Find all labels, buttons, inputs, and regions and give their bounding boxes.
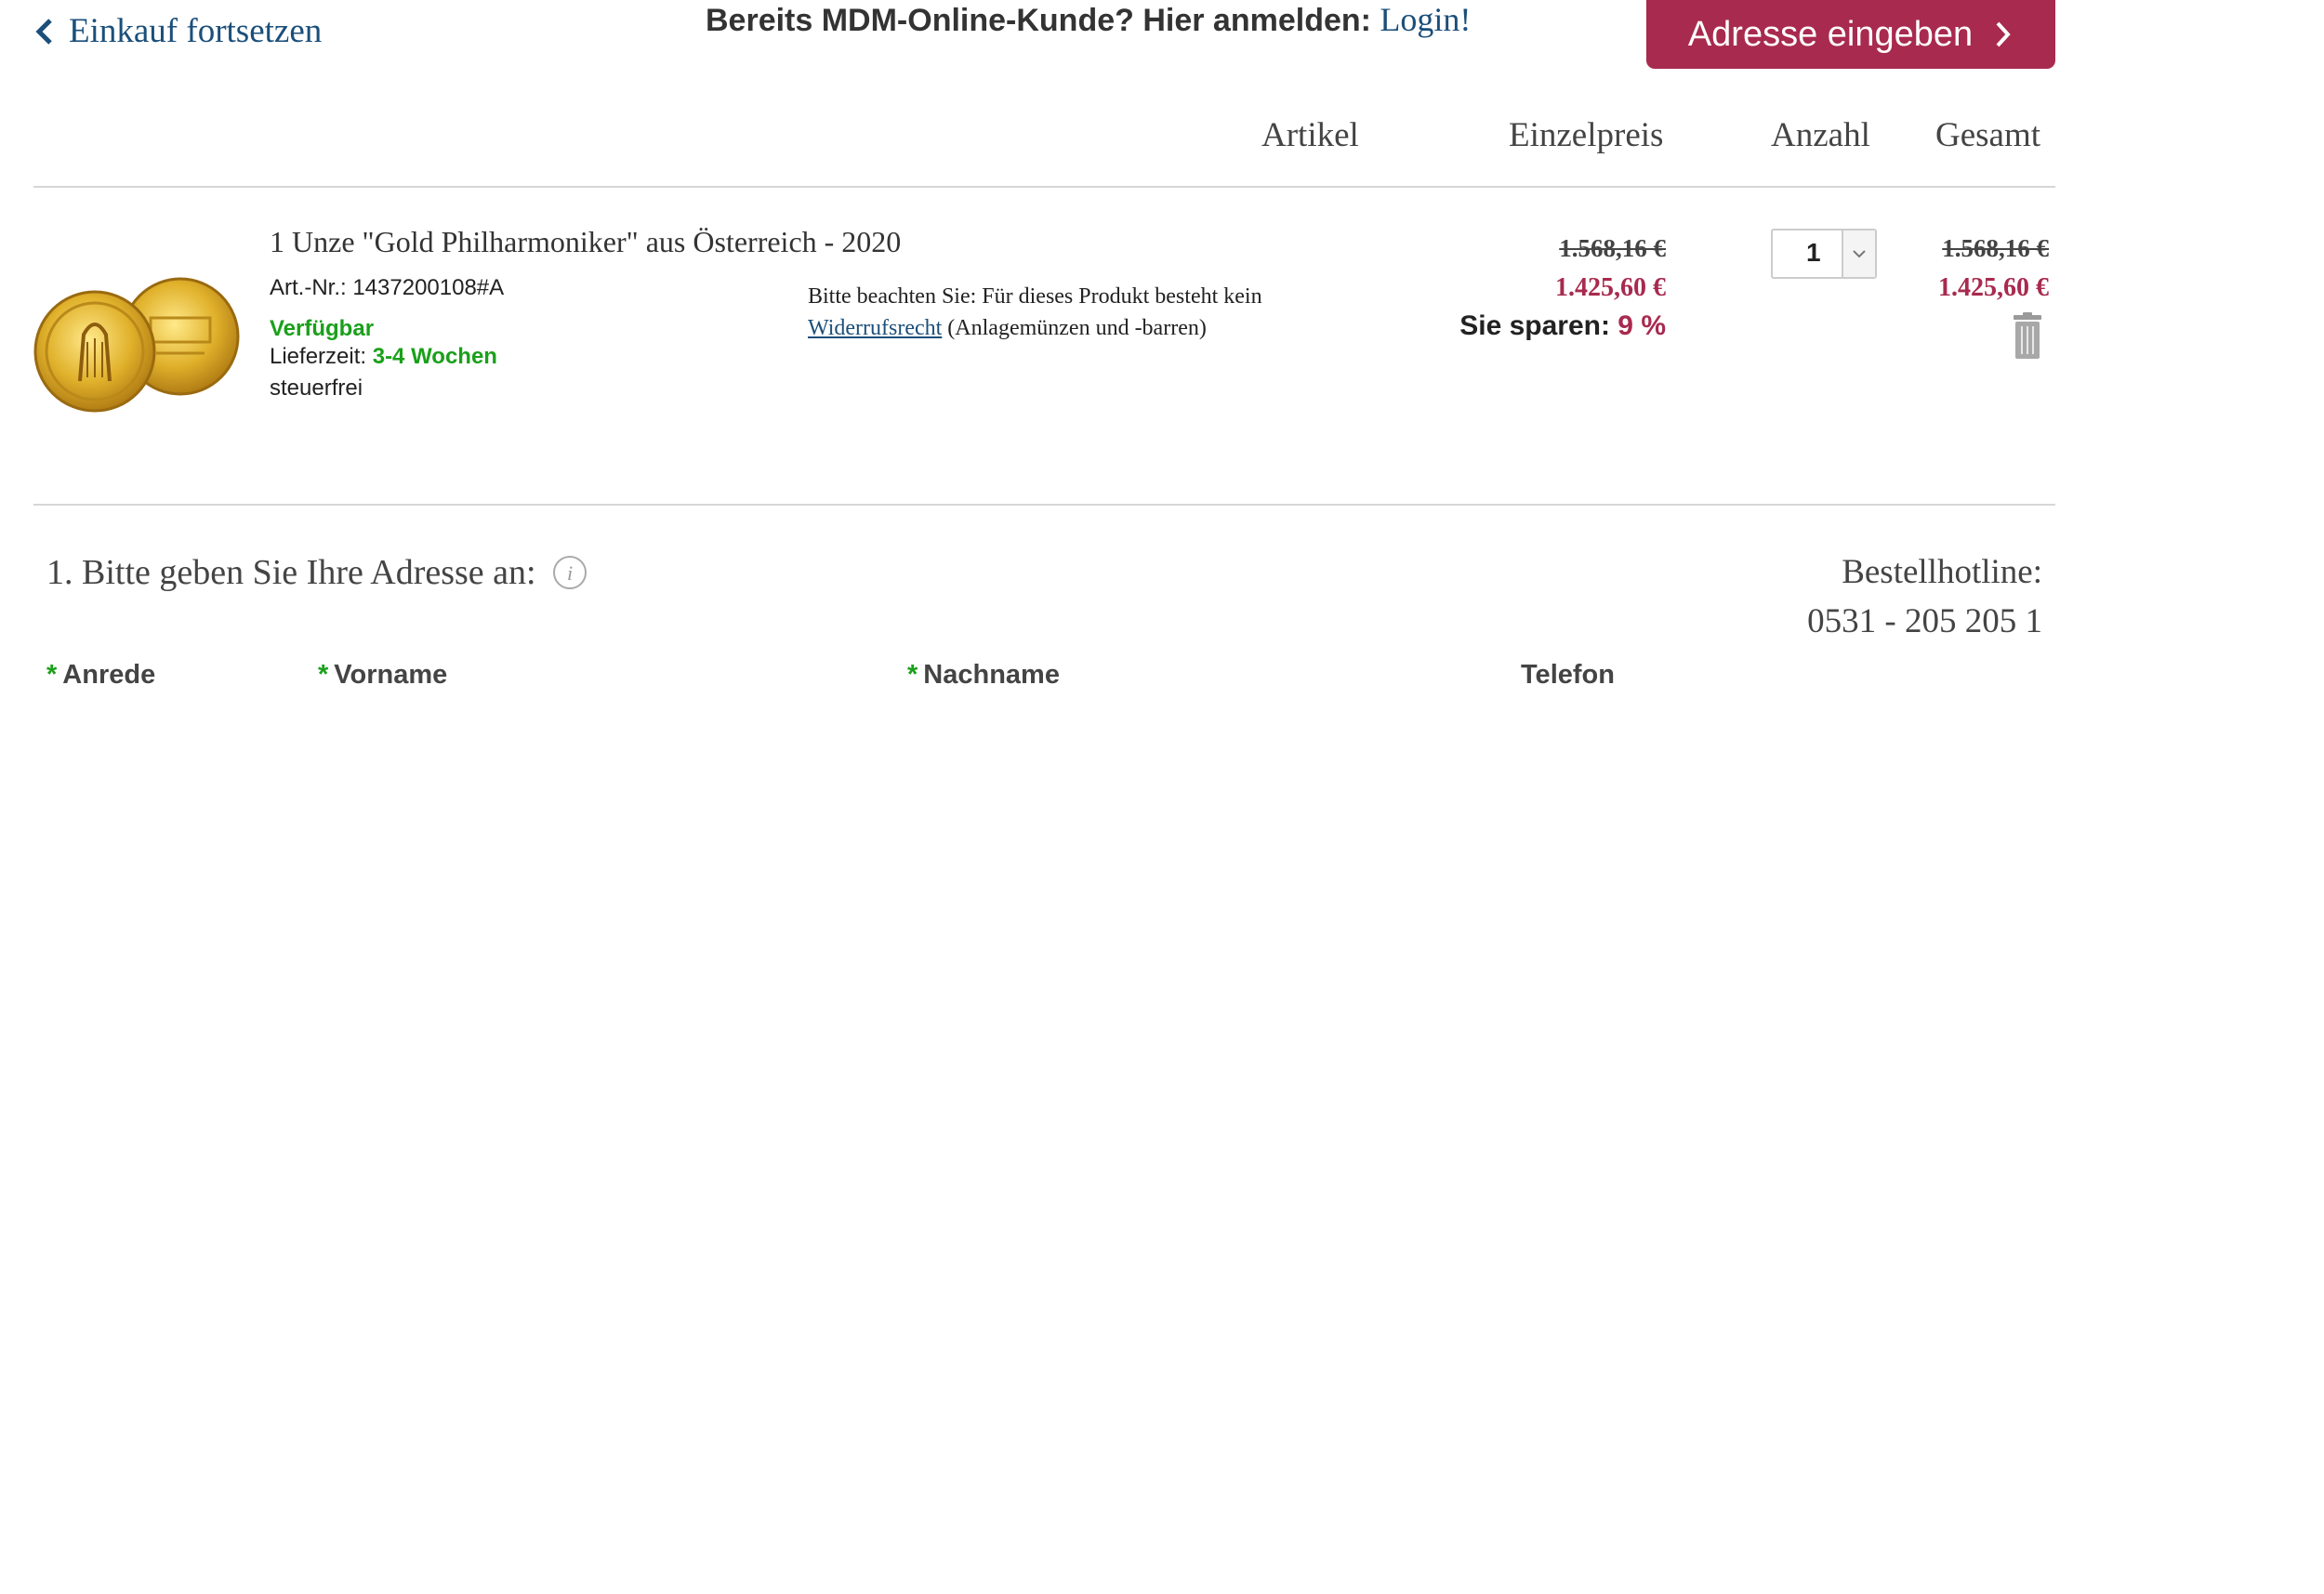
delivery-time-value: 3-4 Wochen <box>372 344 497 369</box>
divider <box>33 186 2055 188</box>
chevron-right-icon <box>1996 21 2011 47</box>
tax-status: steuerfrei <box>270 375 363 401</box>
login-prompt-text: Bereits MDM-Online-Kunde? Hier anmelden: <box>706 3 1380 38</box>
field-label-text: Telefon <box>1521 660 1615 690</box>
field-label-salutation: * Anrede <box>46 660 155 691</box>
notice-text: Bitte beachten Sie: Für dieses Produkt b… <box>808 284 1262 309</box>
divider <box>33 504 2055 506</box>
required-marker: * <box>907 660 918 690</box>
article-number: Art.-Nr.: 1437200108#A <box>270 275 505 300</box>
enter-address-label: Adresse eingeben <box>1687 14 1974 54</box>
svg-text:i: i <box>567 561 573 585</box>
field-label-text: Nachname <box>923 660 1060 690</box>
trash-icon[interactable] <box>2012 312 2043 361</box>
product-image[interactable] <box>33 270 244 418</box>
savings-percent: 9 % <box>1618 310 1666 341</box>
continue-shopping-link[interactable]: Einkauf fortsetzen <box>32 11 322 51</box>
address-heading: 1. Bitte geben Sie Ihre Adresse an: i <box>46 552 588 593</box>
login-prompt: Bereits MDM-Online-Kunde? Hier anmelden:… <box>706 0 1471 39</box>
withdrawal-link[interactable]: Widerrufsrecht <box>808 316 942 340</box>
info-icon[interactable]: i <box>551 554 588 591</box>
column-header-unit-price: Einzelpreis <box>1509 116 1664 154</box>
product-title[interactable]: 1 Unze "Gold Philharmoniker" aus Österre… <box>270 225 901 259</box>
availability-status: Verfügbar <box>270 316 375 341</box>
delivery-time-label: Lieferzeit: <box>270 344 373 369</box>
required-marker: * <box>318 660 329 690</box>
field-label-last-name: * Nachname <box>907 660 1060 691</box>
savings: Sie sparen: 9 % <box>1459 310 1666 342</box>
notice-suffix: (Anlagemünzen und -barren) <box>942 316 1207 340</box>
required-marker: * <box>46 660 58 690</box>
field-label-phone: Telefon <box>1521 660 1615 691</box>
delivery-time: Lieferzeit: 3-4 Wochen <box>270 344 497 370</box>
quantity-dropdown-button[interactable] <box>1842 231 1875 277</box>
quantity-select[interactable]: 1 <box>1771 229 1877 279</box>
chevron-down-icon <box>1853 250 1866 258</box>
column-header-article: Artikel <box>1261 116 1359 154</box>
hotline-number: 0531 - 205 205 1 <box>1807 602 2042 640</box>
address-heading-text: 1. Bitte geben Sie Ihre Adresse an: <box>46 553 536 592</box>
unit-price-old: 1.568,16 € <box>1559 234 1666 262</box>
column-header-total: Gesamt <box>1935 116 2041 154</box>
unit-price-new: 1.425,60 € <box>1555 273 1666 302</box>
field-label-first-name: * Vorname <box>318 660 447 691</box>
enter-address-button[interactable]: Adresse eingeben <box>1646 0 2055 69</box>
field-label-text: Anrede <box>62 660 156 690</box>
total-price-old: 1.568,16 € <box>1942 234 2049 262</box>
login-link[interactable]: Login! <box>1380 1 1471 38</box>
withdrawal-notice: Bitte beachten Sie: Für dieses Produkt b… <box>808 281 1291 344</box>
column-header-quantity: Anzahl <box>1771 116 1870 154</box>
hotline-label: Bestellhotline: <box>1842 553 2042 591</box>
quantity-value: 1 <box>1806 238 1821 267</box>
continue-shopping-label: Einkauf fortsetzen <box>69 12 323 50</box>
savings-label: Sie sparen: <box>1459 310 1618 341</box>
total-price-new: 1.425,60 € <box>1938 273 2049 302</box>
field-label-text: Vorname <box>334 660 448 690</box>
chevron-left-icon <box>35 18 52 45</box>
